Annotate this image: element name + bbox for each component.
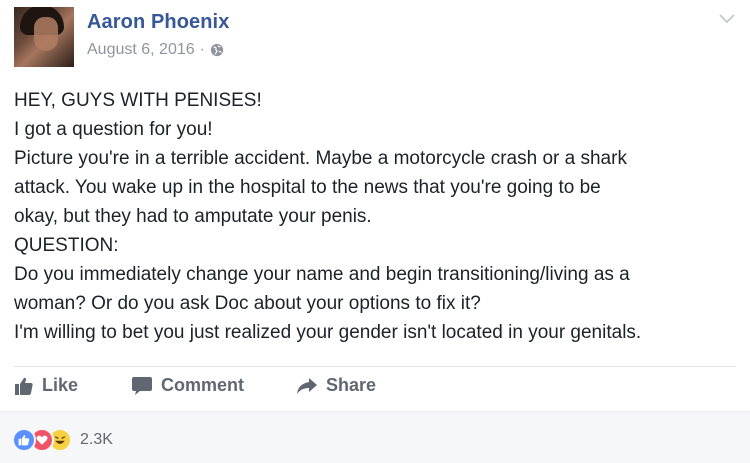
post-line: attack. You wake up in the hospital to t… xyxy=(14,177,601,198)
chevron-down-icon[interactable] xyxy=(718,13,736,25)
like-reaction-icon xyxy=(12,428,36,452)
avatar[interactable] xyxy=(14,7,74,67)
post-line: okay, but they had to amputate your peni… xyxy=(14,206,372,227)
reactions-footer: 2.3K xyxy=(0,411,750,463)
post-line: woman? Or do you ask Doc about your opti… xyxy=(14,293,481,314)
share-arrow-icon xyxy=(297,377,317,394)
reaction-count[interactable]: 2.3K xyxy=(80,431,113,449)
post-header: Aaron Phoenix August 6, 2016 · xyxy=(14,7,736,71)
comment-button[interactable]: Comment xyxy=(131,375,244,396)
like-label: Like xyxy=(42,375,79,395)
post-line: I'm willing to bet you just realized you… xyxy=(14,322,642,343)
meta-separator: · xyxy=(199,41,205,58)
post-line: I got a question for you! xyxy=(14,119,213,140)
post-line: Picture you're in a terrible accident. M… xyxy=(14,148,627,169)
post-meta: August 6, 2016 · xyxy=(87,41,224,59)
post-line: Do you immediately change your name and … xyxy=(14,264,630,285)
globe-icon[interactable] xyxy=(210,43,224,57)
reaction-summary[interactable]: 2.3K xyxy=(12,428,113,452)
comment-label: Comment xyxy=(161,375,245,395)
post-line: HEY, GUYS WITH PENISES! xyxy=(14,90,262,111)
comment-icon xyxy=(132,376,152,395)
share-button[interactable]: Share xyxy=(296,375,376,396)
share-label: Share xyxy=(326,375,377,395)
post-text: HEY, GUYS WITH PENISES! I got a question… xyxy=(14,86,736,347)
action-bar: Like Comment Share xyxy=(14,366,736,409)
like-button[interactable]: Like xyxy=(14,375,78,396)
author-name[interactable]: Aaron Phoenix xyxy=(87,11,229,34)
post-line: QUESTION: xyxy=(14,235,119,256)
post-date[interactable]: August 6, 2016 xyxy=(87,41,195,59)
thumbs-up-icon xyxy=(15,377,33,395)
